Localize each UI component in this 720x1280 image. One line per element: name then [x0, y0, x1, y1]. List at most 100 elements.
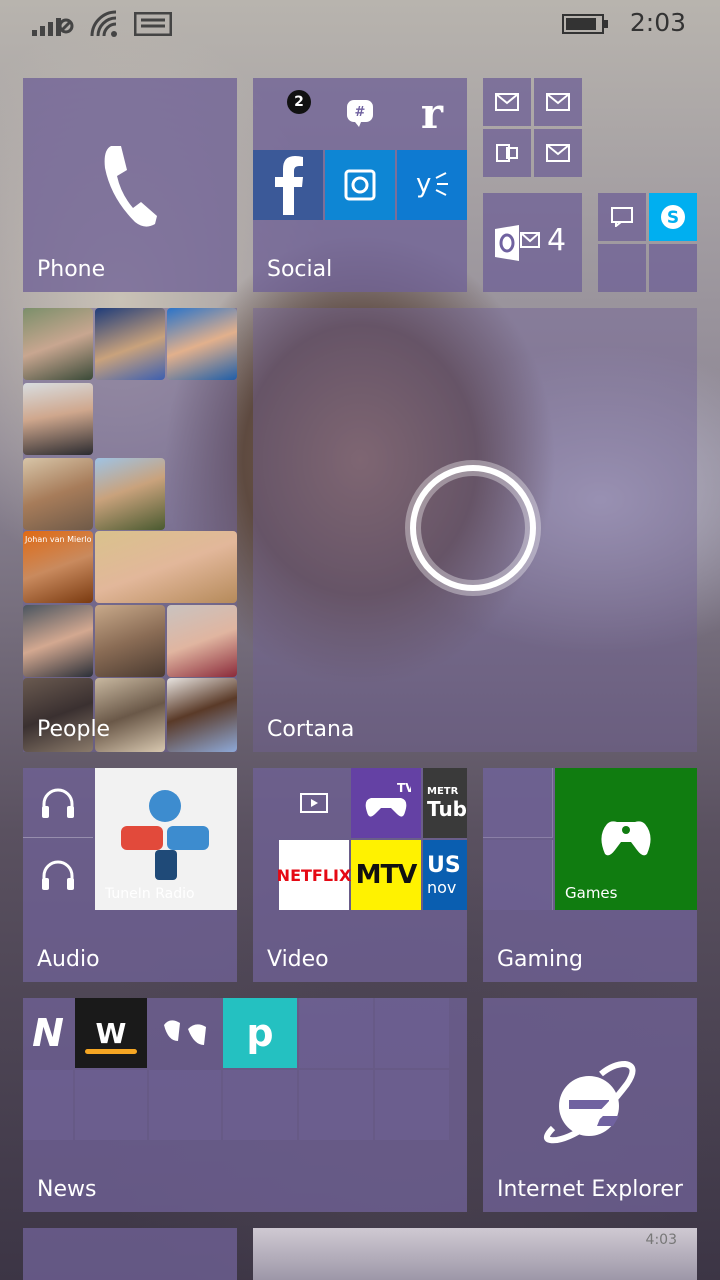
status-bar: 2:03 [0, 0, 720, 48]
news-empty-cell [375, 1070, 449, 1140]
photos-preview-tile[interactable]: 4:03 [253, 1228, 697, 1280]
battery-icon [562, 14, 608, 34]
svg-text:S: S [667, 208, 679, 228]
phone-tile[interactable]: Phone [23, 78, 237, 292]
mtv-app-cell[interactable]: MTV [351, 840, 421, 910]
outlook-unread-count: 4 [547, 223, 567, 258]
groupme-app-cell[interactable]: # [325, 78, 395, 148]
netflix-app-cell[interactable]: NETFLIX [276, 840, 352, 910]
contact-name-label: Johan van Mierlo [25, 535, 92, 544]
instagram-icon [344, 169, 376, 201]
internet-explorer-tile[interactable]: Internet Explorer [483, 998, 697, 1212]
svg-text:y: y [416, 170, 431, 199]
birds-icon [164, 1020, 206, 1045]
pluto-app-cell[interactable]: p [223, 998, 297, 1068]
wifi-icon [90, 10, 117, 37]
cortana-tile[interactable]: Cortana [253, 308, 697, 752]
readability-app-cell[interactable]: r [397, 78, 467, 148]
contact-photo: Johan van Mierlo [23, 531, 93, 603]
messaging-tile[interactable] [598, 193, 646, 241]
exchange-icon [496, 144, 518, 162]
mail-tile-1[interactable] [483, 78, 531, 126]
photos-preview-time: 4:03 [645, 1232, 677, 1248]
social-notification-cell: 2 [253, 78, 323, 148]
news-empty-cell [23, 1070, 73, 1140]
news-empty-cell [299, 1070, 373, 1140]
contact-photo [23, 383, 93, 455]
games-app-label: Games [565, 884, 618, 902]
gaming-empty-cell [483, 840, 553, 910]
birds-app-cell[interactable] [149, 998, 221, 1068]
phone-tile-label: Phone [37, 257, 106, 282]
clock-time: 2:03 [629, 8, 686, 37]
n-news-app-cell[interactable]: N [23, 998, 73, 1068]
video-tile[interactable]: TV METR Tub NETFLIX MTV US nov Video [253, 768, 467, 982]
r-letter-icon: r [420, 88, 444, 138]
outlook-icon [495, 225, 540, 261]
metro-tube-app-cell[interactable]: METR Tub [423, 768, 467, 838]
empty-small-tile-1 [598, 244, 646, 292]
empty-small-tile-2 [649, 244, 697, 292]
social-tile-label: Social [267, 257, 333, 282]
gaming-empty-cell [483, 768, 553, 838]
cortana-circle-icon [405, 460, 541, 596]
gaming-tile[interactable]: Games Gaming [483, 768, 697, 982]
contact-photo [23, 308, 93, 380]
exchange-mail-tile[interactable] [483, 129, 531, 177]
message-notification-icon [134, 12, 172, 36]
video-tile-label: Video [267, 947, 329, 972]
social-tile[interactable]: 2 # r y Social [253, 78, 467, 292]
metro-tube-label-1: METR [427, 785, 459, 797]
twitch-tv-app-cell[interactable]: TV [351, 768, 421, 838]
wattpad-app-cell[interactable]: W [75, 998, 147, 1068]
contact-photo [23, 458, 93, 530]
social-badge: 2 [287, 90, 311, 114]
movies-app-cell[interactable] [279, 768, 349, 838]
news-tile[interactable]: N W p News [23, 998, 467, 1212]
contact-photo [95, 531, 237, 603]
orange-swoosh [85, 1049, 137, 1054]
mail-tile-2[interactable] [534, 78, 582, 126]
podcast-app-cell[interactable] [23, 840, 93, 910]
news-empty-cell [223, 1070, 297, 1140]
games-app-tile[interactable]: Games [555, 768, 697, 910]
gaming-tile-label: Gaming [497, 947, 583, 972]
p-letter-logo: p [246, 1011, 274, 1055]
audio-tile[interactable]: TuneIn Radio Audio [23, 768, 237, 982]
mail-tile-3[interactable] [534, 129, 582, 177]
mail-tiles-group [483, 78, 582, 177]
people-tile[interactable]: Johan van Mierlo People [23, 308, 237, 752]
news-empty-cell [149, 1070, 221, 1140]
tunein-logo-icon [121, 790, 209, 880]
instagram-app-cell[interactable] [325, 150, 395, 220]
netflix-logo: NETFLIX [276, 865, 352, 885]
tunein-radio-tile[interactable]: TuneIn Radio [95, 768, 237, 910]
headphones-icon [42, 788, 74, 818]
yammer-icon: y [416, 170, 448, 199]
metro-tube-label-2: Tub [427, 796, 467, 821]
facebook-app-cell[interactable] [253, 150, 323, 220]
contact-photo [95, 605, 165, 677]
yammer-app-cell[interactable]: y [397, 150, 467, 220]
usa-now-app-cell[interactable]: US nov [423, 840, 467, 910]
outlook-mail-tile[interactable]: 4 [483, 193, 582, 292]
n-letter-logo: N [32, 1011, 64, 1055]
people-tile-label: People [37, 717, 111, 742]
contact-photo [95, 458, 165, 530]
messaging-icon [611, 207, 633, 227]
news-tile-label: News [37, 1177, 97, 1202]
mail-icon [495, 93, 519, 111]
mtv-logo: MTV [355, 860, 418, 890]
news-empty-cell [75, 1070, 147, 1140]
contact-photo [167, 605, 237, 677]
skype-tile[interactable]: S [649, 193, 697, 241]
mail-icon [546, 93, 570, 111]
cortana-tile-label: Cortana [267, 717, 355, 742]
gamepad-tv-icon: TV [365, 781, 411, 817]
music-app-cell[interactable] [23, 768, 93, 838]
news-empty-cell [375, 998, 449, 1068]
contact-photo [95, 308, 165, 380]
headphones-icon [42, 860, 74, 890]
partial-tile-bottom-left[interactable] [23, 1228, 237, 1280]
contact-photo [167, 308, 237, 380]
